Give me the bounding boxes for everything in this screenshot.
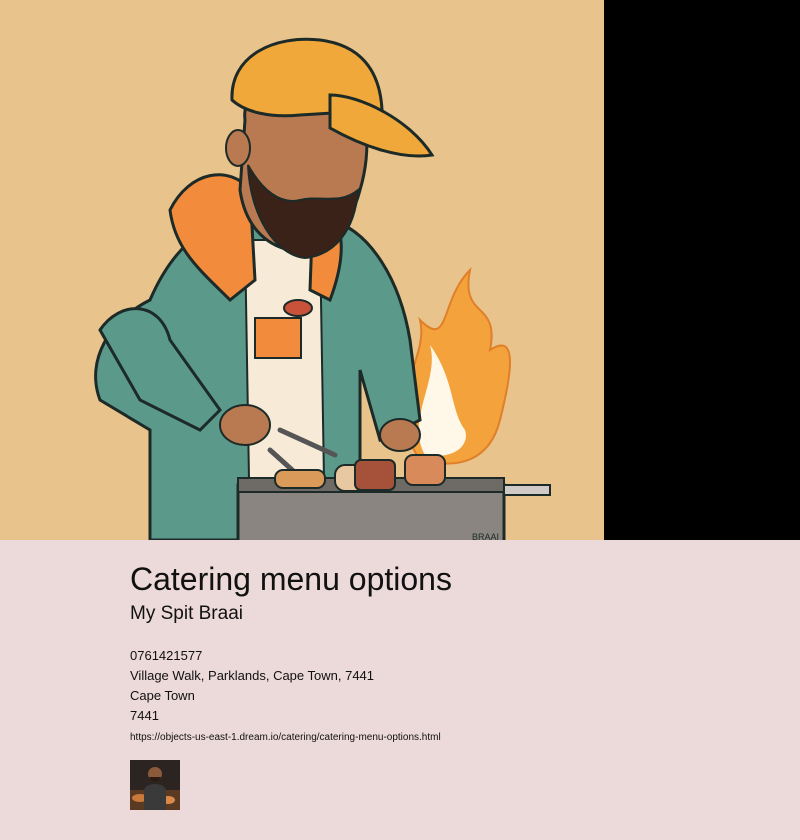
page-title: Catering menu options <box>130 561 452 597</box>
contact-info: 0761421577 Village Walk, Parklands, Cape… <box>130 646 770 726</box>
hero-image: BRAAI <box>0 0 604 540</box>
bbq-chef-illustration: BRAAI <box>0 0 604 540</box>
phone-number: 0761421577 <box>130 648 203 663</box>
hero-frame: BRAAI <box>0 0 800 540</box>
grill-label: BRAAI <box>472 532 499 540</box>
page-content: Catering menu options My Spit Braai 0761… <box>130 560 770 810</box>
postal-code: 7441 <box>130 708 159 723</box>
city: Cape Town <box>130 688 195 703</box>
thumbnail-image[interactable] <box>130 760 180 810</box>
chef-photo-thumbnail <box>130 760 180 810</box>
business-name: My Spit Braai <box>130 603 243 624</box>
page-url-link[interactable]: https://objects-us-east-1.dream.io/cater… <box>130 732 770 743</box>
street-address: Village Walk, Parklands, Cape Town, 7441 <box>130 668 375 683</box>
